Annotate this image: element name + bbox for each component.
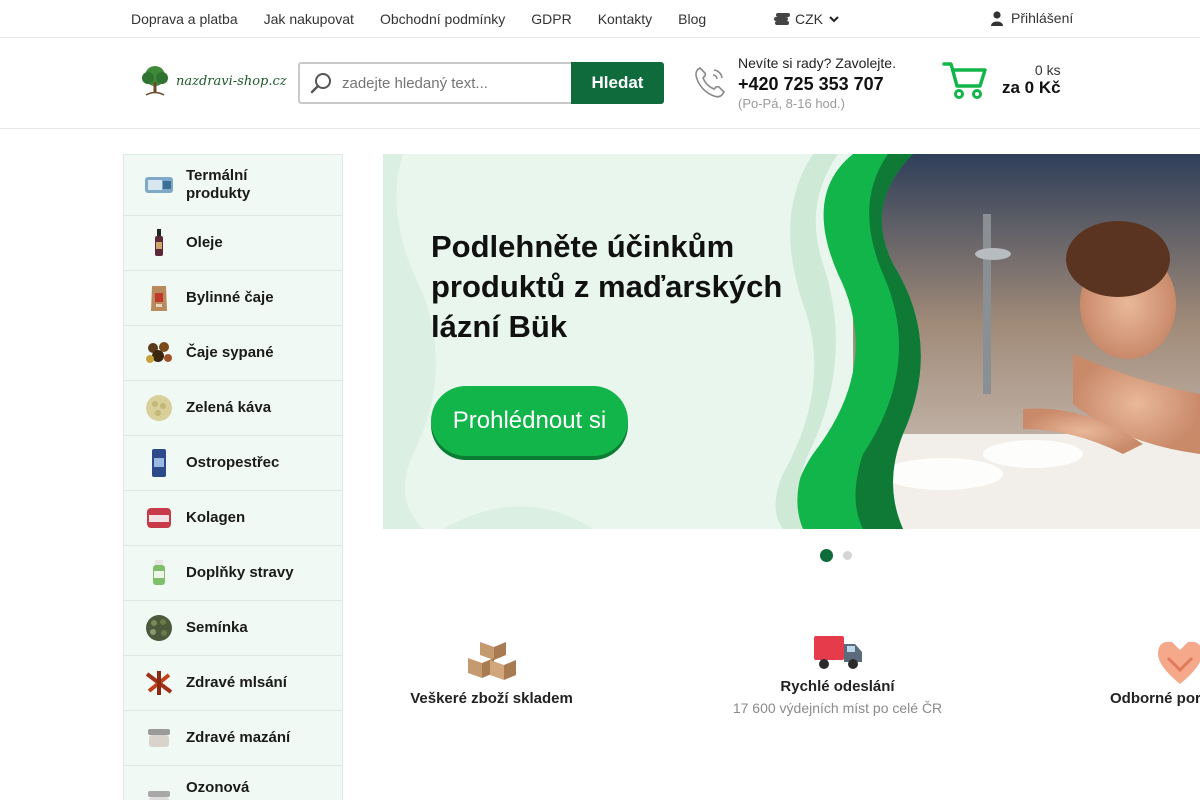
feature-title: Rychlé odeslání <box>780 678 895 695</box>
search-form: Hledat <box>298 62 664 104</box>
chevron-down-icon <box>829 16 839 23</box>
supplement-thumb <box>144 558 174 588</box>
top-bar: Doprava a platba Jak nakupovat Obchodní … <box>0 0 1200 38</box>
category-green-coffee[interactable]: Zelená káva <box>124 381 342 436</box>
search-box <box>298 62 571 104</box>
cart-icon <box>942 62 987 99</box>
feature-title: Veškeré zboží skladem <box>410 690 573 707</box>
category-label: Bylinné čaje <box>186 289 274 306</box>
currency-selector[interactable]: CZK <box>774 9 840 29</box>
category-collagen[interactable]: Kolagen <box>124 491 342 546</box>
ozone-thumb <box>144 785 174 800</box>
coins-icon <box>774 13 790 25</box>
category-healthy-spreads[interactable]: Zdravé mazání <box>124 711 342 766</box>
feature-in-stock: Veškeré zboží skladem <box>396 640 587 707</box>
category-thermal-products[interactable]: Termální produkty <box>124 155 342 216</box>
banner-title: Podlehněte účinkům produktů z maďarských… <box>431 229 783 344</box>
cart-widget[interactable]: 0 ks za 0 Kč <box>942 60 1061 100</box>
oil-bottle-thumb <box>144 228 174 258</box>
seeds-thumb <box>144 613 174 643</box>
category-herbal-teas[interactable]: Bylinné čaje <box>124 271 342 326</box>
category-label: Oleje <box>186 234 223 251</box>
cart-total: za 0 Kč <box>1002 78 1061 97</box>
search-input[interactable] <box>342 74 562 92</box>
category-label: Zdravé mazání <box>186 729 291 746</box>
carousel-dot[interactable] <box>843 551 852 560</box>
herbal-tea-thumb <box>144 283 174 313</box>
category-label: Kolagen <box>186 509 246 526</box>
nav-link-contacts[interactable]: Kontakty <box>598 11 652 27</box>
login-label: Přihlášení <box>1011 10 1074 26</box>
category-label: Čaje sypané <box>186 344 274 361</box>
currency-label: CZK <box>795 11 823 27</box>
search-icon <box>310 73 331 94</box>
green-coffee-thumb <box>144 393 174 423</box>
contact-hours: (Po-Pá, 8-16 hod.) <box>738 96 845 111</box>
category-loose-teas[interactable]: Čaje sypané <box>124 326 342 381</box>
category-oils[interactable]: Oleje <box>124 216 342 271</box>
top-navigation: Doprava a platba Jak nakupovat Obchodní … <box>131 0 706 37</box>
thermal-product-thumb <box>144 170 174 200</box>
category-healthy-snacks[interactable]: Zdravé mlsání <box>124 656 342 711</box>
phone-icon <box>695 67 725 98</box>
boxes-icon <box>467 642 516 680</box>
category-label: Zelená káva <box>186 399 272 416</box>
hero-banner[interactable]: Podlehněte účinkům produktů z maďarských… <box>383 154 1200 529</box>
delivery-truck-icon <box>813 636 862 669</box>
milk-thistle-thumb <box>144 448 174 478</box>
contact-block: Nevíte si rady? Zavolejte. +420 725 353 … <box>692 54 896 112</box>
handshake-icon <box>1158 641 1200 684</box>
feature-fast-shipping: Rychlé odeslání 17 600 výdejních míst po… <box>717 632 958 716</box>
category-supplements[interactable]: Doplňky stravy <box>124 546 342 601</box>
category-label: Termální produkty <box>186 167 251 202</box>
logo-text: nazdravi-shop.cz <box>176 73 287 89</box>
nav-link-how-to-buy[interactable]: Jak nakupovat <box>264 11 354 27</box>
collagen-thumb <box>144 503 174 533</box>
nav-link-blog[interactable]: Blog <box>678 11 706 27</box>
contact-phone[interactable]: +420 725 353 707 <box>738 72 896 96</box>
tree-logo-icon <box>142 66 168 96</box>
category-milk-thistle[interactable]: Ostropestřec <box>124 436 342 491</box>
nav-link-terms[interactable]: Obchodní podmínky <box>380 11 505 27</box>
feature-expert-advice: Odborné pora <box>1110 636 1200 707</box>
category-label: Doplňky stravy <box>186 564 294 581</box>
feature-subtitle: 17 600 výdejních míst po celé ČR <box>732 700 943 716</box>
category-label: Ozonová <box>186 779 250 796</box>
contact-question: Nevíte si rady? Zavolejte. <box>738 55 896 71</box>
category-ozone[interactable]: Ozonová <box>124 766 342 800</box>
healthy-snack-thumb <box>144 668 174 698</box>
banner-cta-button[interactable]: Prohlédnout si <box>431 386 628 456</box>
category-seeds[interactable]: Semínka <box>124 601 342 656</box>
category-sidebar: Termální produkty Oleje Bylinné čaje Čaj… <box>123 154 343 800</box>
category-label: Semínka <box>186 619 248 636</box>
nav-link-shipping[interactable]: Doprava a platba <box>131 11 238 27</box>
carousel-dot-active[interactable] <box>820 549 833 562</box>
site-header: nazdravi-shop.cz Hledat Nevíte si rady? … <box>0 38 1200 129</box>
carousel-dots <box>820 549 852 562</box>
category-label: Zdravé mlsání <box>186 674 287 691</box>
category-label: Ostropestřec <box>186 454 280 471</box>
site-logo[interactable]: nazdravi-shop.cz <box>138 64 287 98</box>
loose-tea-thumb <box>144 338 174 368</box>
healthy-spread-thumb <box>144 723 174 753</box>
nav-link-gdpr[interactable]: GDPR <box>531 11 571 27</box>
login-link[interactable]: Přihlášení <box>991 8 1073 28</box>
user-icon <box>991 10 1003 26</box>
cart-count: 0 ks <box>1034 62 1061 78</box>
feature-title: Odborné pora <box>1110 690 1200 707</box>
search-button[interactable]: Hledat <box>571 62 664 104</box>
